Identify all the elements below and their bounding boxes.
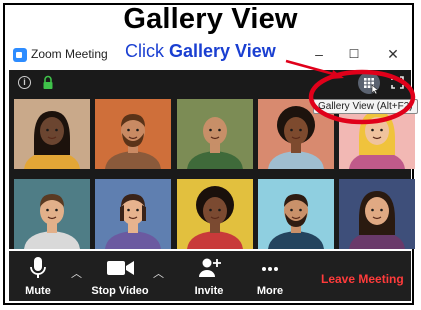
invite-button[interactable]: Invite xyxy=(194,255,224,297)
participant-avatar-icon xyxy=(258,179,334,249)
leave-meeting-button[interactable]: Leave Meeting xyxy=(321,272,404,286)
more-label: More xyxy=(256,285,284,297)
add-user-icon xyxy=(199,258,221,277)
mute-label: Mute xyxy=(25,285,51,297)
maximize-button[interactable]: ☐ xyxy=(344,44,364,64)
participant-avatar-icon xyxy=(95,179,171,249)
invite-label: Invite xyxy=(194,285,224,297)
video-camera-icon xyxy=(107,261,134,275)
meeting-top-bar: i xyxy=(9,70,411,96)
annotation-label: Click Gallery View xyxy=(125,41,276,62)
participant-video-tile[interactable] xyxy=(14,99,90,169)
more-button[interactable]: More xyxy=(255,255,285,297)
participant-avatar-icon xyxy=(95,99,171,169)
annotation-click-text: Click xyxy=(125,41,164,61)
mute-options-caret-icon[interactable]: ︿ xyxy=(71,265,82,281)
participant-video-tile[interactable] xyxy=(258,179,334,249)
video-options-caret-icon[interactable]: ︿ xyxy=(153,265,164,281)
more-dots-icon xyxy=(262,267,278,271)
participant-video-tile[interactable] xyxy=(177,179,253,249)
headline: Gallery View xyxy=(123,3,298,35)
info-icon[interactable]: i xyxy=(18,76,31,89)
close-button[interactable]: ✕ xyxy=(383,44,403,64)
fullscreen-icon[interactable] xyxy=(391,76,404,89)
microphone-icon xyxy=(30,257,46,278)
participant-video-tile[interactable] xyxy=(177,99,253,169)
window-title: Zoom Meeting xyxy=(31,47,108,61)
mute-button[interactable]: Mute xyxy=(23,255,53,297)
gallery-view-tooltip: Gallery View (Alt+F2) xyxy=(313,99,418,114)
participant-video-tile[interactable] xyxy=(14,179,90,249)
participant-avatar-icon xyxy=(14,179,90,249)
grid-icon xyxy=(364,78,379,95)
video-grid xyxy=(9,96,415,249)
stop-video-button[interactable]: Stop Video xyxy=(89,255,151,297)
title-bar: Zoom Meeting Click Gallery View – ☐ ✕ xyxy=(9,41,411,68)
participant-avatar-icon xyxy=(177,179,253,249)
meeting-toolbar: Mute ︿ Stop Video ︿ Invite More Leave Me… xyxy=(9,251,411,301)
stop-video-label: Stop Video xyxy=(91,285,149,297)
minimize-button[interactable]: – xyxy=(309,44,329,64)
participant-video-tile[interactable] xyxy=(339,179,415,249)
participant-avatar-icon xyxy=(339,179,415,249)
participant-video-tile[interactable] xyxy=(95,99,171,169)
lock-icon[interactable] xyxy=(42,75,54,90)
gallery-view-button[interactable] xyxy=(358,72,380,95)
zoom-logo-icon xyxy=(13,48,27,62)
participant-avatar-icon xyxy=(177,99,253,169)
participant-video-tile[interactable] xyxy=(95,179,171,249)
participant-avatar-icon xyxy=(14,99,90,169)
annotation-target-text: Gallery View xyxy=(169,41,276,61)
